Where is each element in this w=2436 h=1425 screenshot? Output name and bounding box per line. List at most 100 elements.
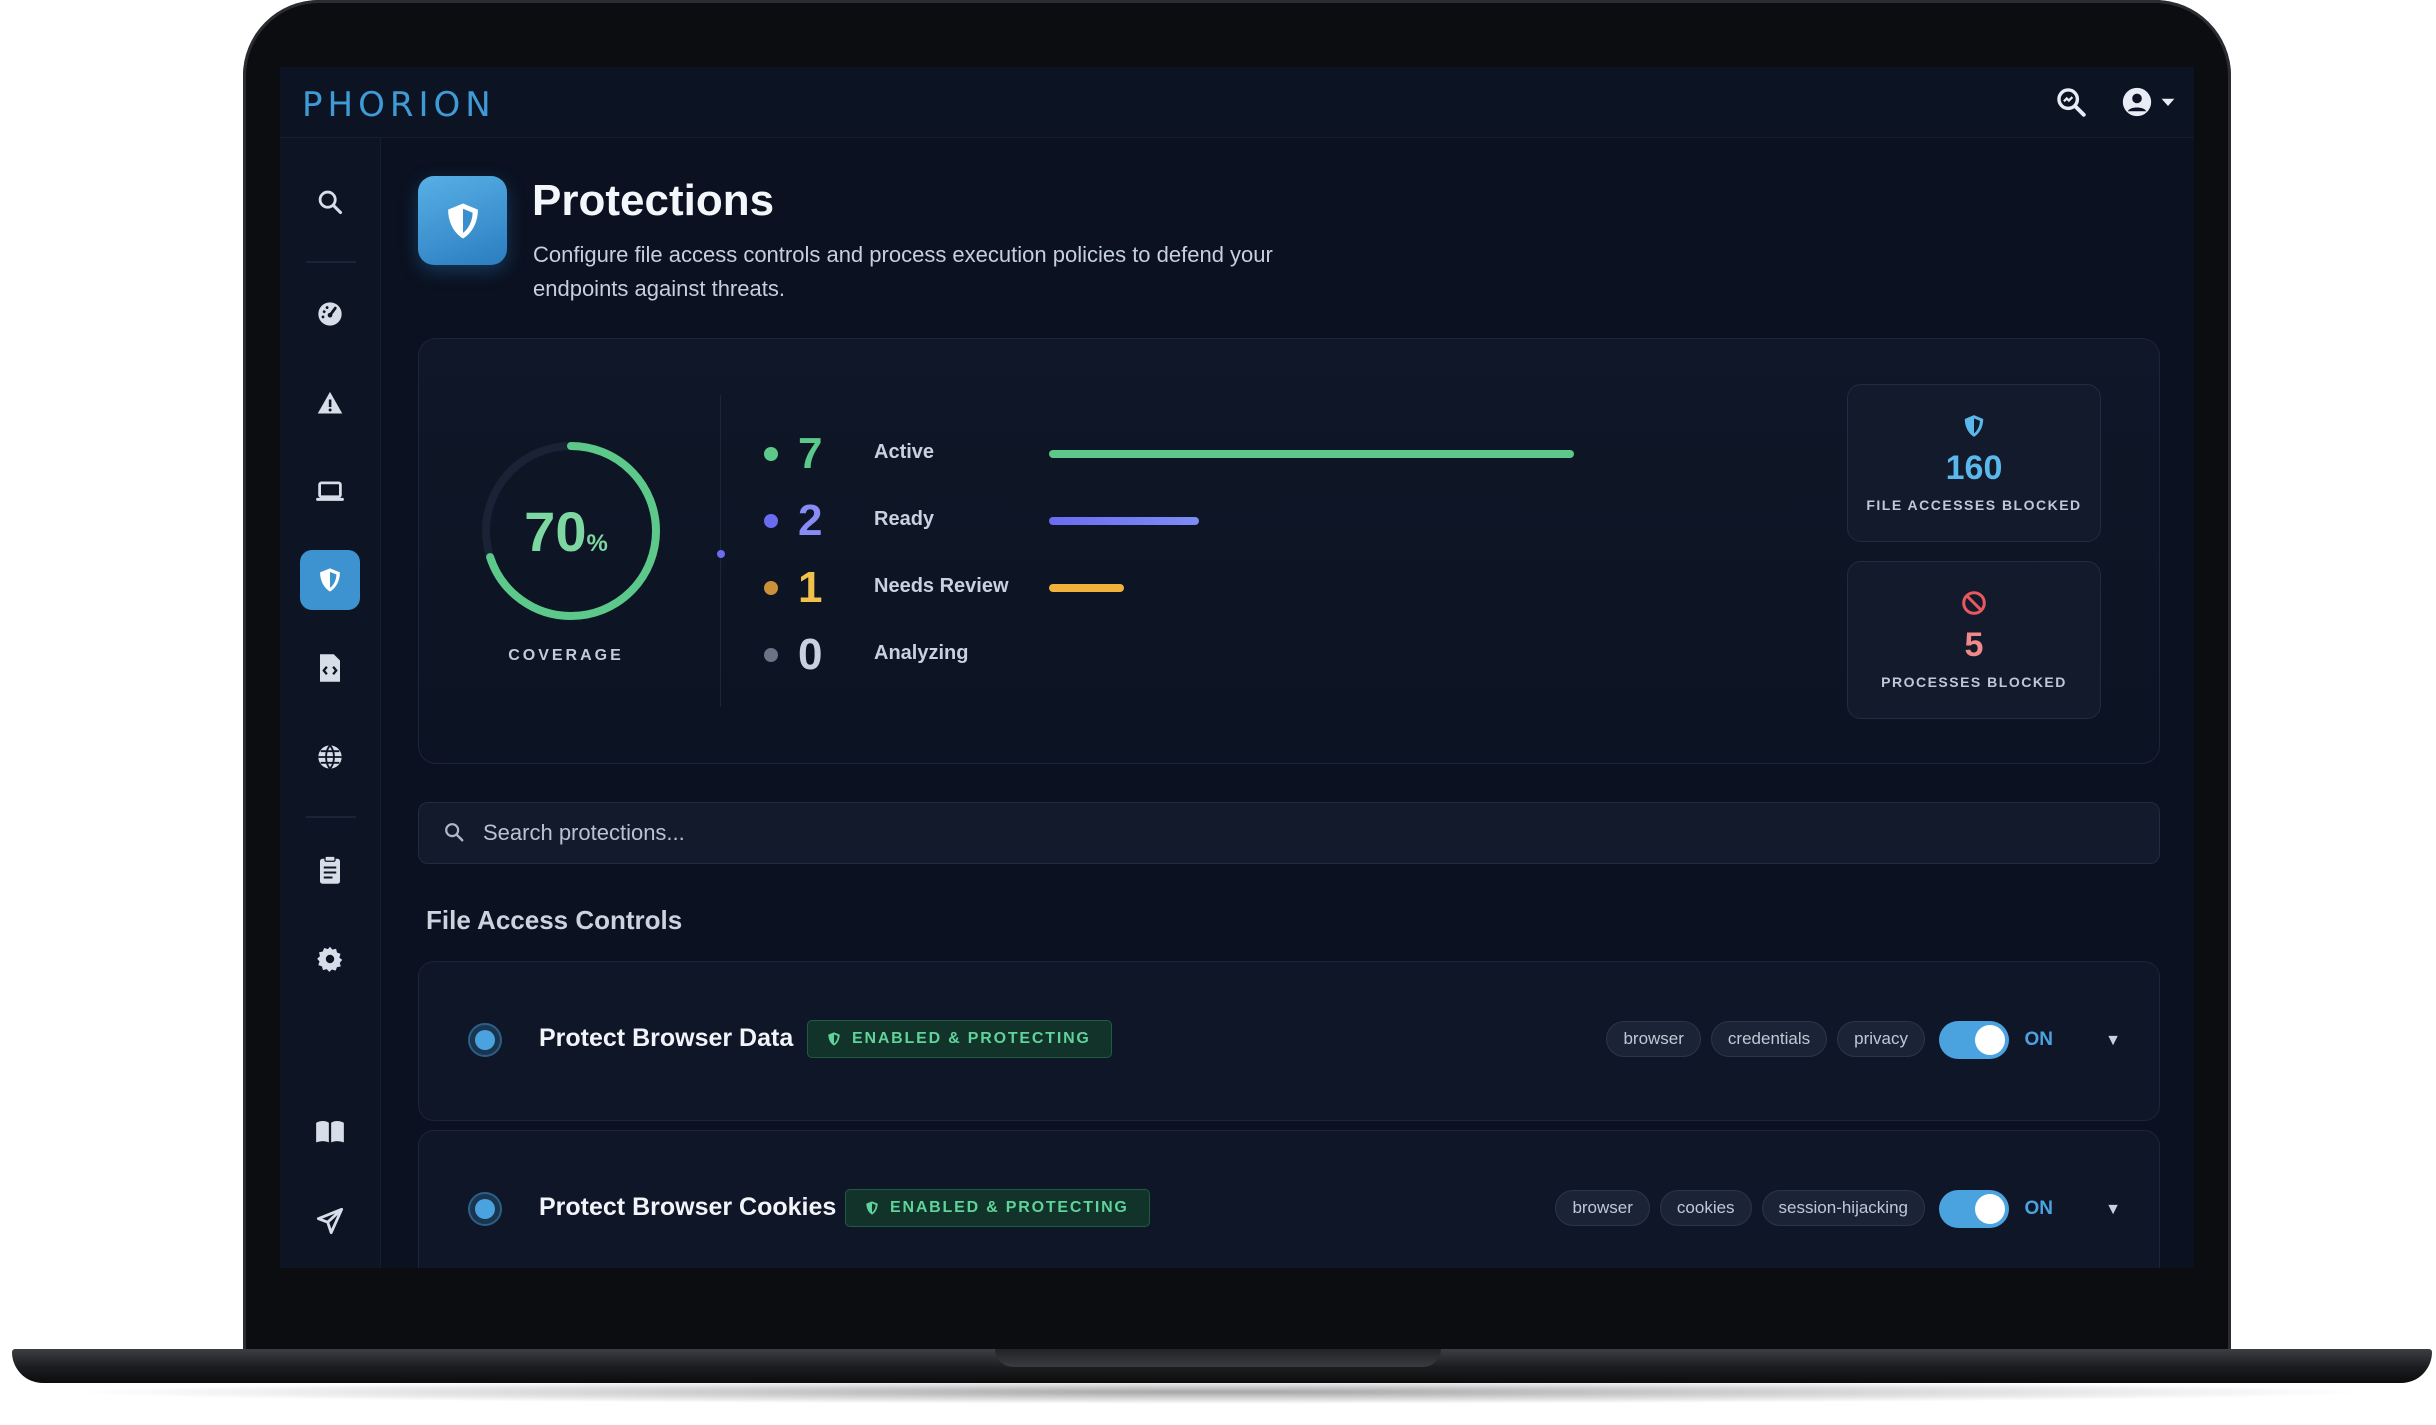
user-menu[interactable] — [2120, 85, 2176, 119]
file-accesses-blocked-label: FILE ACCESSES BLOCKED — [1866, 497, 2082, 513]
search-zoom-icon[interactable] — [2054, 85, 2088, 124]
coverage-percent: 70% — [481, 499, 651, 564]
user-avatar-icon — [2122, 87, 2152, 117]
sidebar-item-reports[interactable] — [300, 840, 360, 900]
stat-count: 1 — [798, 563, 823, 612]
tag[interactable]: cookies — [1659, 1190, 1752, 1226]
rule-select-radio[interactable] — [468, 1192, 502, 1226]
main-content: Protections Configure file access contro… — [381, 138, 2194, 1268]
processes-blocked-card: 5 PROCESSES BLOCKED — [1847, 561, 2101, 719]
chevron-down-icon[interactable]: ▼ — [2105, 1032, 2121, 1050]
rule-tags: browser credentials privacy — [1606, 1021, 1925, 1057]
tag[interactable]: browser — [1555, 1190, 1650, 1226]
toggle-label: ON — [2024, 1029, 2054, 1050]
status-badge-label: ENABLED & PROTECTING — [852, 1030, 1091, 1047]
stat-label: Ready — [874, 508, 935, 530]
sidebar-item-code-files[interactable] — [300, 638, 360, 698]
laptop-notch — [995, 1349, 1441, 1367]
search-icon — [318, 190, 343, 215]
page-title: Protections — [532, 176, 775, 225]
rule-title: Protect Browser Data — [539, 1024, 794, 1052]
top-bar: PHORION — [280, 67, 2194, 138]
stat-bar — [1049, 584, 1125, 592]
warning-icon — [317, 391, 343, 414]
file-accesses-blocked-value: 160 — [1945, 449, 2003, 487]
search-input[interactable] — [481, 803, 2135, 863]
gear-icon — [317, 946, 343, 972]
tag[interactable]: session-hijacking — [1761, 1190, 1925, 1226]
sidebar-item-protections[interactable] — [300, 550, 360, 610]
sidebar-item-dashboard[interactable] — [300, 284, 360, 344]
ban-icon — [1848, 590, 2100, 616]
coverage-stats-card: 70% COVERAGE 7 Active 2 Ready 1 Needs Re… — [418, 338, 2160, 764]
clipboard-icon — [320, 855, 340, 884]
sidebar-item-settings[interactable] — [300, 929, 360, 989]
shield-icon — [1848, 413, 2100, 439]
status-dot — [764, 514, 778, 528]
gauge-icon — [318, 302, 342, 326]
sidebar-divider — [306, 816, 356, 818]
stat-bar-track — [1049, 584, 1574, 592]
status-dot — [764, 648, 778, 662]
stat-bar-track — [1049, 517, 1574, 525]
stat-row-needs-review: 1 Needs Review — [764, 563, 1664, 613]
file-accesses-blocked-card: 160 FILE ACCESSES BLOCKED — [1847, 384, 2101, 542]
tag[interactable]: privacy — [1837, 1021, 1925, 1057]
stat-count: 7 — [798, 429, 823, 478]
globe-icon — [318, 744, 342, 770]
status-badge: ENABLED & PROTECTING — [807, 1020, 1112, 1058]
sidebar-item-search[interactable] — [300, 172, 360, 232]
rule-select-radio[interactable] — [468, 1023, 502, 1057]
sidebar-item-devices[interactable] — [300, 461, 360, 521]
shield-icon — [320, 568, 340, 592]
rule-enabled-toggle[interactable] — [1939, 1190, 2009, 1228]
send-icon — [316, 1207, 344, 1235]
protection-rule-card[interactable]: Protect Browser Data ENABLED & PROTECTIN… — [418, 961, 2160, 1121]
sidebar-item-network[interactable] — [300, 727, 360, 787]
sidebar-item-alerts[interactable] — [300, 373, 360, 433]
rule-title: Protect Browser Cookies — [539, 1193, 837, 1221]
sidebar-divider — [306, 261, 356, 263]
status-badge: ENABLED & PROTECTING — [845, 1189, 1150, 1227]
stat-label: Needs Review — [874, 575, 1009, 597]
app-screen: PHORION Protections Configure file acces… — [280, 67, 2194, 1268]
rule-tags: browser cookies session-hijacking — [1555, 1190, 1925, 1226]
caret-down-icon — [2161, 98, 2175, 106]
laptop-icon — [316, 481, 344, 501]
stat-bar-track — [1049, 450, 1574, 458]
protections-header-icon — [418, 176, 507, 265]
chevron-down-icon[interactable]: ▼ — [2105, 1201, 2121, 1219]
stats-divider-dot — [717, 550, 725, 558]
processes-blocked-label: PROCESSES BLOCKED — [1881, 674, 2067, 690]
search-bar — [418, 802, 2160, 864]
file-code-icon — [320, 654, 340, 682]
shield-icon — [866, 1201, 878, 1215]
rule-enabled-toggle[interactable] — [1939, 1021, 2009, 1059]
coverage-label: COVERAGE — [508, 647, 624, 664]
coverage-percent-value: 70 — [524, 500, 587, 563]
status-dot — [764, 581, 778, 595]
toggle-label: ON — [2024, 1198, 2054, 1219]
sidebar-item-docs[interactable] — [300, 1102, 360, 1162]
page-subtitle: Configure file access controls and proce… — [533, 242, 1273, 301]
stat-label: Analyzing — [874, 642, 969, 664]
stat-bar — [1049, 450, 1574, 458]
shield-icon — [447, 203, 478, 238]
status-dot — [764, 447, 778, 461]
protection-rule-card[interactable]: Protect Browser Cookies ENABLED & PROTEC… — [418, 1130, 2160, 1268]
shield-icon — [828, 1032, 840, 1046]
status-badge-label: ENABLED & PROTECTING — [890, 1199, 1129, 1216]
book-icon — [316, 1121, 344, 1143]
stat-count: 2 — [798, 496, 823, 545]
tag[interactable]: credentials — [1710, 1021, 1828, 1057]
tag[interactable]: browser — [1606, 1021, 1701, 1057]
stat-label: Active — [874, 441, 935, 463]
section-title: File Access Controls — [426, 905, 683, 935]
coverage-percent-sign: % — [586, 530, 608, 557]
stat-bar — [1049, 517, 1200, 525]
sidebar — [280, 138, 381, 1268]
stat-count: 0 — [798, 630, 823, 679]
app-logo[interactable]: PHORION — [302, 85, 496, 125]
sidebar-item-feedback[interactable] — [300, 1191, 360, 1251]
stat-row-ready: 2 Ready — [764, 496, 1664, 546]
